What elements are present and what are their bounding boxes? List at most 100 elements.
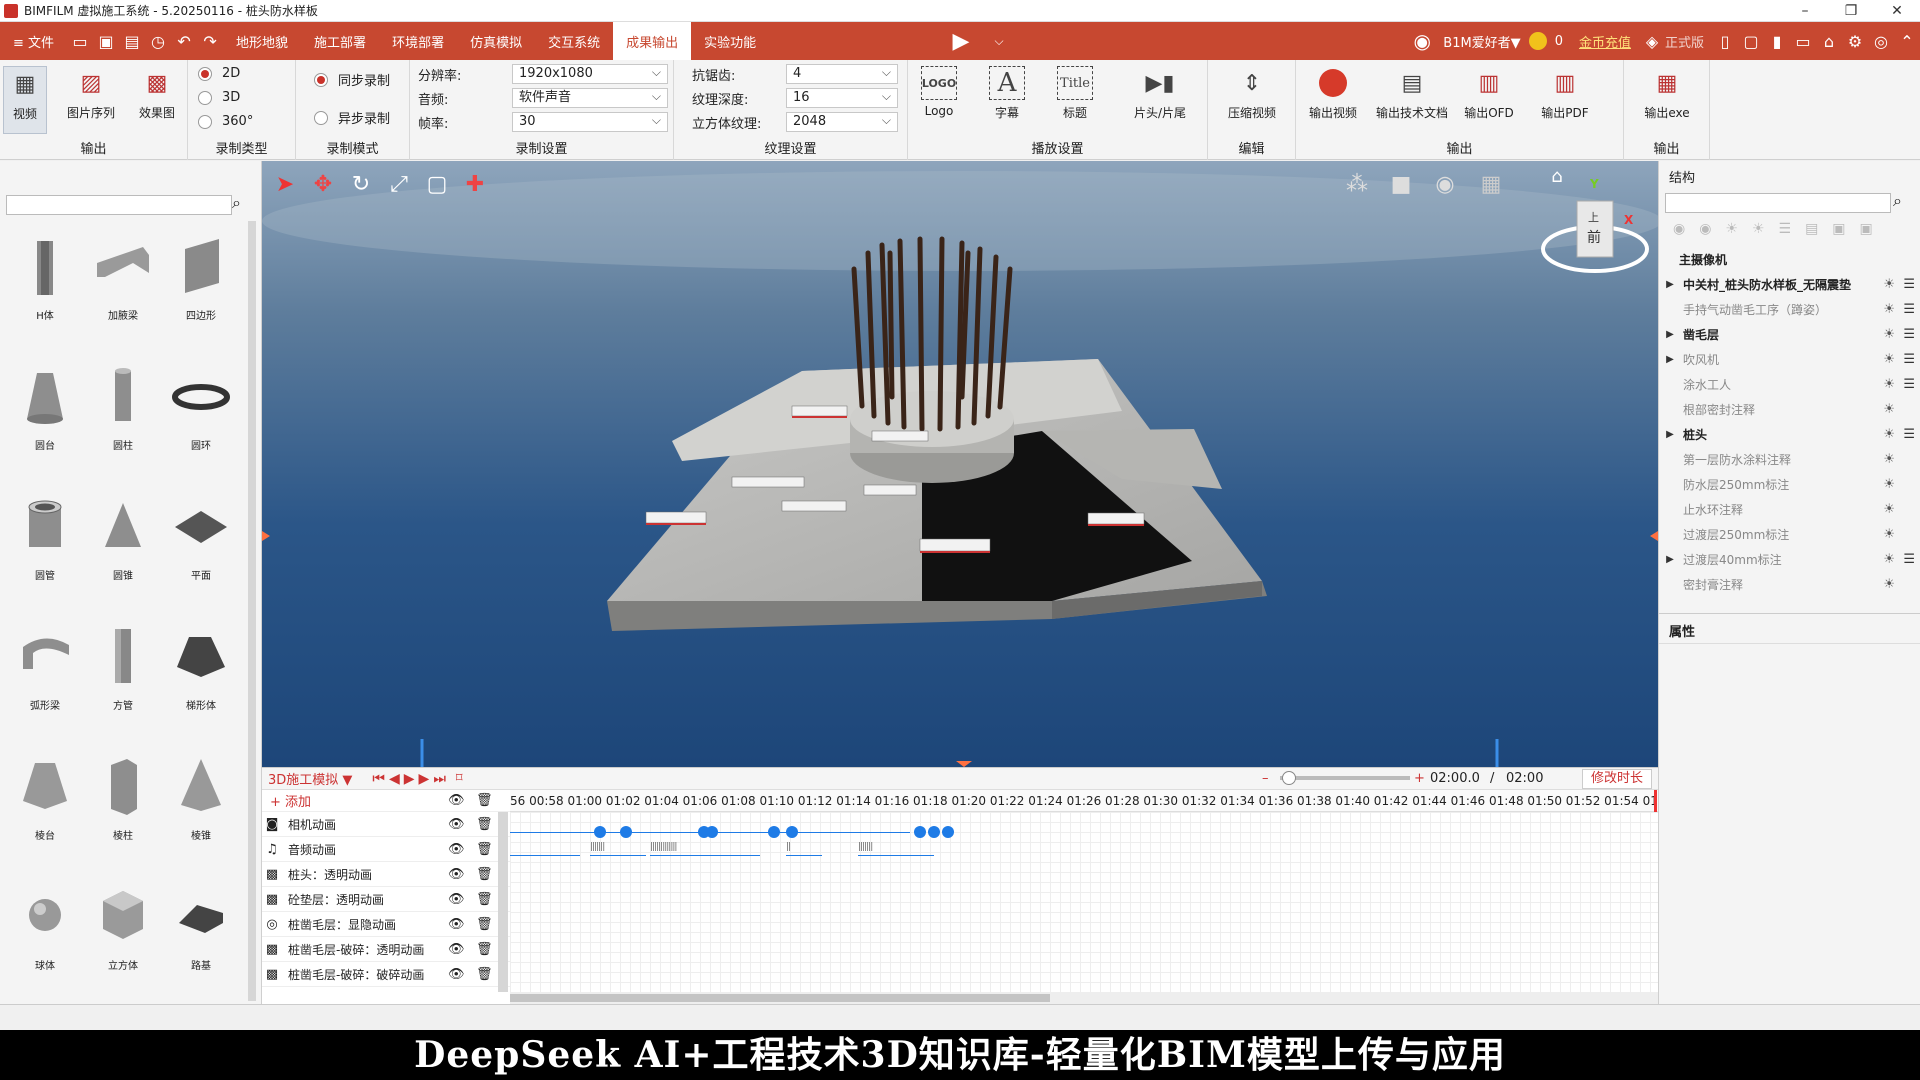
video-camera-icon[interactable]: ■ xyxy=(1386,169,1416,199)
open-folder-icon[interactable]: ▭ xyxy=(67,22,93,60)
shape-trapezoid[interactable]: 梯形体 xyxy=(166,621,236,721)
menu-terrain[interactable]: 地形地貌 xyxy=(223,22,301,60)
shape-h-beam[interactable]: H体 xyxy=(10,231,80,331)
tree-node[interactable]: 涂水工人 ☀ ☰ xyxy=(1659,372,1920,397)
intro-outro-button[interactable]: ▶▮ 片头/片尾 xyxy=(1128,66,1192,134)
export-pdf-button[interactable]: ▥ 输出PDF xyxy=(1532,66,1598,134)
trash-icon[interactable]: 🗑 xyxy=(476,842,493,857)
scale-icon[interactable]: ⤢ xyxy=(384,169,414,199)
navcube-front[interactable]: 前 xyxy=(1587,227,1601,247)
expand-arrow-icon[interactable]: ▶ xyxy=(1663,329,1677,340)
audio-clip[interactable]: ||||||| xyxy=(858,842,934,856)
audio-select[interactable]: 软件声音 xyxy=(512,87,668,108)
image-sequence-button[interactable]: ▨ 图片序列 xyxy=(60,66,122,134)
keyframe[interactable] xyxy=(706,826,718,838)
keyframe[interactable] xyxy=(768,826,780,838)
visibility-sun-icon[interactable]: ☀ xyxy=(1883,402,1895,417)
structure-search-input[interactable] xyxy=(1665,193,1891,213)
tree-node[interactable]: 根部密封注释 ☀ xyxy=(1659,397,1920,422)
undo-icon[interactable]: ↶ xyxy=(171,22,197,60)
list-icon[interactable]: ☰ xyxy=(1903,427,1915,442)
resolution-select[interactable]: 1920x1080 xyxy=(512,63,668,84)
antialias-select[interactable]: 4 xyxy=(786,63,898,84)
save-icon[interactable]: ▣ xyxy=(93,22,119,60)
export-tech-doc-button[interactable]: ▤ 输出技术文档 xyxy=(1370,66,1454,134)
zoom-in-icon[interactable]: + xyxy=(1414,771,1425,786)
tree-node[interactable]: 防水层250mm标注 ☀ xyxy=(1659,472,1920,497)
visibility-sun-icon[interactable]: ☀ xyxy=(1883,302,1895,317)
subtitle-button[interactable]: A 字幕 xyxy=(980,66,1034,134)
shape-frustum[interactable]: 圆台 xyxy=(10,361,80,461)
gear-icon[interactable]: ⚙ xyxy=(1842,22,1868,60)
save-as-icon[interactable]: ▤ xyxy=(119,22,145,60)
3d-viewport[interactable]: 上 前 Y X ➤ ✥ ↻ ⤢ ▢ ✚ ⁂ ■ ◉ ▦ ⌂ xyxy=(262,161,1658,767)
visibility-sun-icon[interactable]: ☀ xyxy=(1883,277,1895,292)
list-icon[interactable]: ☰ xyxy=(1903,352,1915,367)
shape-prism-frustum[interactable]: 棱台 xyxy=(10,751,80,851)
compass-icon[interactable]: ◎ xyxy=(1868,22,1894,60)
keyframe[interactable] xyxy=(620,826,632,838)
visibility-sun-icon[interactable]: ☀ xyxy=(1883,352,1895,367)
timeline-track[interactable]: ♫ 音频动画 👁 🗑 xyxy=(262,837,510,862)
timeline-track[interactable]: ▩ 桩凿毛层-破碎：透明动画 👁 🗑 xyxy=(262,937,510,962)
menu-interaction[interactable]: 交互系统 xyxy=(535,22,613,60)
keyframe[interactable] xyxy=(928,826,940,838)
shape-panel-scrollbar[interactable] xyxy=(248,221,256,1001)
main-camera-node[interactable]: 主摄像机 xyxy=(1659,247,1920,272)
add-track-button[interactable]: + 添加 xyxy=(270,791,311,810)
list-icon[interactable]: ☰ xyxy=(1903,302,1915,317)
record-type-2d[interactable]: 2D xyxy=(198,66,240,81)
mode-dropdown[interactable]: 3D施工模拟 ▼ xyxy=(268,769,352,788)
menu-simulation[interactable]: 仿真模拟 xyxy=(457,22,535,60)
trash-icon[interactable]: 🗑 xyxy=(476,942,493,957)
audio-clip[interactable]: ||||||||||||| xyxy=(650,842,760,856)
menu-output[interactable]: 成果输出 xyxy=(613,22,692,60)
shape-pyramid[interactable]: 棱锥 xyxy=(166,751,236,851)
video-button[interactable]: ▦ 视频 xyxy=(3,66,47,134)
shape-arc-beam[interactable]: 弧形梁 xyxy=(10,621,80,721)
shape-roadbed[interactable]: 路基 xyxy=(166,881,236,981)
keyframe[interactable] xyxy=(914,826,926,838)
trash-icon[interactable]: 🗑 xyxy=(476,867,493,882)
shape-haunched-beam[interactable]: 加腋梁 xyxy=(88,231,158,331)
user-avatar-icon[interactable]: ◉ xyxy=(1409,22,1435,60)
tree-node[interactable]: ▶ 凿毛层 ☀ ☰ xyxy=(1659,322,1920,347)
export-exe-button[interactable]: ▦ 输出exe xyxy=(1638,66,1696,134)
expand-arrow-icon[interactable]: ▶ xyxy=(1663,354,1677,365)
trash-icon[interactable]: 🗑 xyxy=(476,817,493,832)
menu-experimental[interactable]: 实验功能 xyxy=(691,22,769,60)
audio-clip[interactable]: || xyxy=(786,842,822,856)
expand-arrow-icon[interactable]: ▶ xyxy=(1663,554,1677,565)
shape-search-input[interactable] xyxy=(6,195,232,215)
tree-node[interactable]: 止水环注释 ☀ xyxy=(1659,497,1920,522)
list-icon[interactable]: ☰ xyxy=(1903,277,1915,292)
tree-node[interactable]: ▶ 中关村_桩头防水样板_无隔震垫 ☀ ☰ xyxy=(1659,272,1920,297)
list-icon[interactable]: ☰ xyxy=(1903,327,1915,342)
menu-construction-layout[interactable]: 施工部署 xyxy=(301,22,379,60)
playback-controls-icon[interactable]: ⏮◀▶▶⏭ xyxy=(372,771,450,787)
redo-icon[interactable]: ↷ xyxy=(197,22,223,60)
audio-clip[interactable]: ||||||| xyxy=(590,842,646,856)
texture-depth-select[interactable]: 16 xyxy=(786,87,898,108)
home-view-icon[interactable]: ⌂ xyxy=(1542,161,1572,191)
expand-arrow-icon[interactable]: ▶ xyxy=(1663,429,1677,440)
select-arrow-icon[interactable]: ➤ xyxy=(270,169,300,199)
keyframe-icon[interactable]: ⌑ xyxy=(456,771,463,786)
timeline-track[interactable]: ◎ 桩凿毛层：显隐动画 👁 🗑 xyxy=(262,912,510,937)
tree-node[interactable]: ▶ 吹风机 ☀ ☰ xyxy=(1659,347,1920,372)
search-icon[interactable]: ⌕ xyxy=(232,193,254,215)
zoom-slider-thumb[interactable] xyxy=(1282,771,1296,785)
visibility-sun-icon[interactable]: ☀ xyxy=(1883,502,1895,517)
trash-icon[interactable]: 🗑 xyxy=(476,917,493,932)
trash-icon[interactable]: 🗑 xyxy=(476,793,493,808)
user-name[interactable]: B1M爱好者▼ xyxy=(1443,32,1520,51)
cubemap-select[interactable]: 2048 xyxy=(786,111,898,132)
timeline-track[interactable]: ▩ 桩头：透明动画 👁 🗑 xyxy=(262,862,510,887)
record-mode-sync[interactable]: 同步录制 xyxy=(314,70,390,89)
trash-icon[interactable]: 🗑 xyxy=(476,967,493,982)
record-type-360[interactable]: 360° xyxy=(198,114,253,129)
keyframe[interactable] xyxy=(942,826,954,838)
list-icon[interactable]: ☰ xyxy=(1903,377,1915,392)
logo-button[interactable]: LOGO Logo xyxy=(912,66,966,134)
collapse-ribbon-icon[interactable]: ⌃ xyxy=(1894,22,1920,60)
